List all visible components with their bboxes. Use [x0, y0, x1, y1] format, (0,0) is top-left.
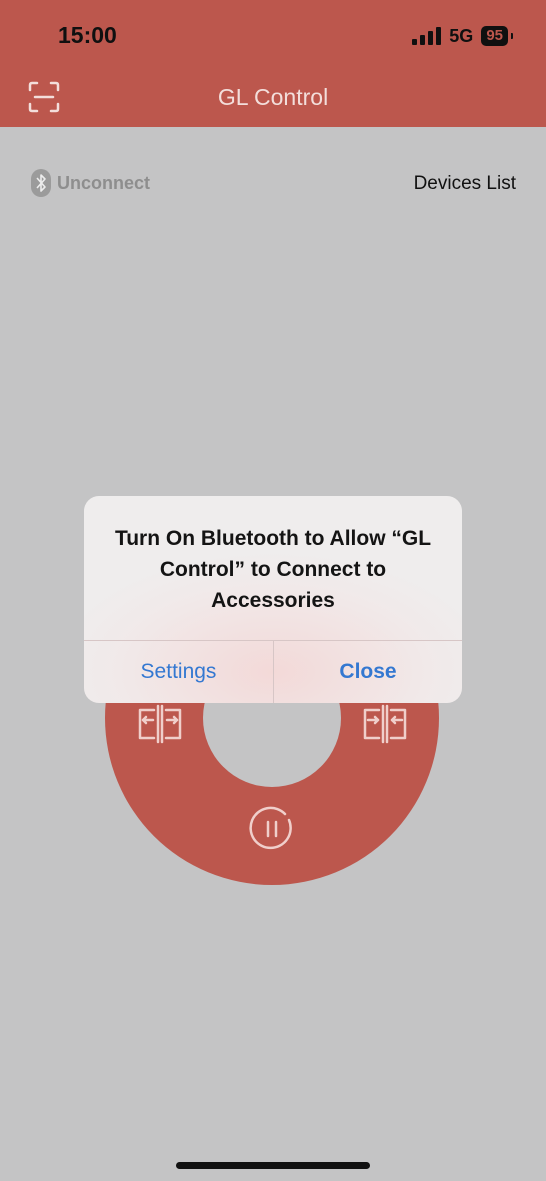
close-button[interactable]: Close: [274, 641, 462, 703]
bluetooth-icon: [31, 169, 51, 197]
settings-button[interactable]: Settings: [84, 641, 273, 703]
merge-right-icon[interactable]: [360, 704, 410, 744]
app-header: 15:00 5G 95 GL Control: [0, 0, 546, 127]
status-indicators: 5G 95: [412, 25, 513, 47]
status-time: 15:00: [58, 22, 117, 48]
devices-list-link[interactable]: Devices List: [414, 173, 516, 195]
connection-status: Unconnect: [31, 169, 150, 197]
spread-left-icon[interactable]: [135, 704, 185, 744]
home-indicator[interactable]: [176, 1162, 370, 1169]
bluetooth-alert-dialog: Turn On Bluetooth to Allow “GL Control” …: [84, 496, 462, 703]
pause-icon[interactable]: [249, 806, 295, 852]
page-title: GL Control: [217, 84, 329, 110]
battery-icon: 95: [481, 26, 513, 46]
signal-icon: [412, 27, 442, 45]
connection-label: Unconnect: [57, 172, 151, 193]
network-type: 5G: [449, 25, 474, 46]
alert-message: Turn On Bluetooth to Allow “GL Control” …: [114, 527, 432, 612]
